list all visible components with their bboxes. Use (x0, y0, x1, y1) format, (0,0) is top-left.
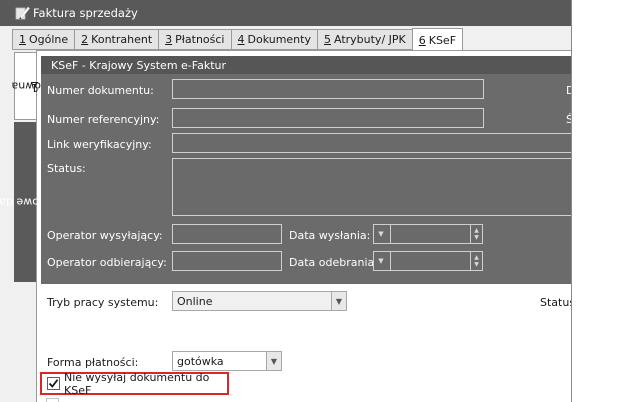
chevron-down-icon[interactable]: ▼ (266, 352, 281, 370)
tab-atrybuty-jpk[interactable]: 5 Atrybuty/ JPK (316, 29, 412, 50)
date-dropdown-icon[interactable]: ▼ (374, 225, 388, 243)
checkmark-icon (48, 379, 59, 388)
numer-referencyjny-field[interactable] (172, 108, 484, 128)
numer-dokumentu-field[interactable] (172, 79, 484, 99)
tryb-pracy-select[interactable]: Online ▼ (172, 291, 347, 311)
tryb-pracy-label: Tryb pracy systemu: (47, 296, 159, 309)
status-label: Status: (47, 162, 86, 175)
status-field[interactable] (172, 158, 571, 216)
operator-wysylajacy-field[interactable] (172, 224, 282, 244)
operator-odbierajacy-label: Operator odbierający: (47, 256, 167, 269)
nie-wysylaj-checkbox[interactable] (47, 377, 60, 390)
tab-ksef[interactable]: 6 KSeF (411, 28, 464, 51)
cut-label-s: Ś (566, 113, 571, 126)
main-tabs: 1 Ogólne 2 Kontrahent 3 Płatności 4 Dokument… (12, 28, 464, 51)
date-spin-arrows-icon[interactable]: ▲ ▼ (470, 252, 482, 270)
invoice-pen-icon (15, 6, 30, 20)
nie-wysylaj-label: Nie wysyłaj dokumentu do KSeF (64, 370, 210, 397)
side-tab-glowna[interactable]: 1 Główna (11, 52, 53, 120)
forma-platnosci-select[interactable]: gotówka ▼ (172, 351, 282, 371)
status-right-label: Status (540, 296, 572, 309)
date-dropdown-icon[interactable]: ▼ (374, 252, 388, 270)
invoice-window: Faktura sprzedaży 1 Ogólne 2 Kontrahent 3P… (0, 0, 572, 402)
data-odebrania-field[interactable]: ▼ ▲ ▼ (373, 251, 483, 271)
data-wyslania-label: Data wysłania: (289, 229, 371, 242)
ksef-section-header: KSeF - Krajowy System e-Faktur (41, 56, 571, 74)
forma-platnosci-label: Forma płatności: (47, 356, 139, 369)
cut-off-checkbox[interactable] (46, 398, 59, 402)
link-weryfikacyjny-field[interactable] (172, 133, 571, 153)
window-title: Faktura sprzedaży (33, 6, 138, 20)
operator-odbierajacy-field[interactable] (172, 251, 282, 271)
tab-ogolne[interactable]: 1 Ogólne (12, 29, 75, 50)
nie-wysylaj-highlight: Nie wysyłaj dokumentu do KSeF (40, 370, 229, 397)
chevron-down-icon[interactable]: ▼ (331, 292, 346, 310)
tab-platnosci[interactable]: 3 Płatności (158, 29, 231, 50)
tab-kontrahent[interactable]: 2 Kontrahent (74, 29, 159, 50)
operator-wysylajacy-label: Operator wysyłający: (47, 229, 163, 242)
title-bar: Faktura sprzedaży (0, 0, 571, 26)
side-tab-dodatkowe-dane[interactable]: 2Dodatkowe dane (0, 122, 78, 282)
numer-dokumentu-label: Numer dokumentu: (47, 84, 154, 97)
link-weryfikacyjny-label: Link weryfikacyjny: (47, 138, 152, 151)
data-odebrania-label: Data odebrania: (289, 256, 378, 269)
tab-dokumenty[interactable]: 4 Dokumenty (230, 29, 317, 50)
cut-label-d: D (566, 84, 571, 97)
forma-platnosci-value: gotówka (177, 354, 224, 368)
data-wyslania-field[interactable]: ▼ ▲ ▼ (373, 224, 483, 244)
date-spin-arrows-icon[interactable]: ▲ ▼ (470, 225, 482, 243)
tryb-pracy-value: Online (177, 294, 213, 308)
numer-referencyjny-label: Numer referencyjny: (47, 113, 160, 126)
